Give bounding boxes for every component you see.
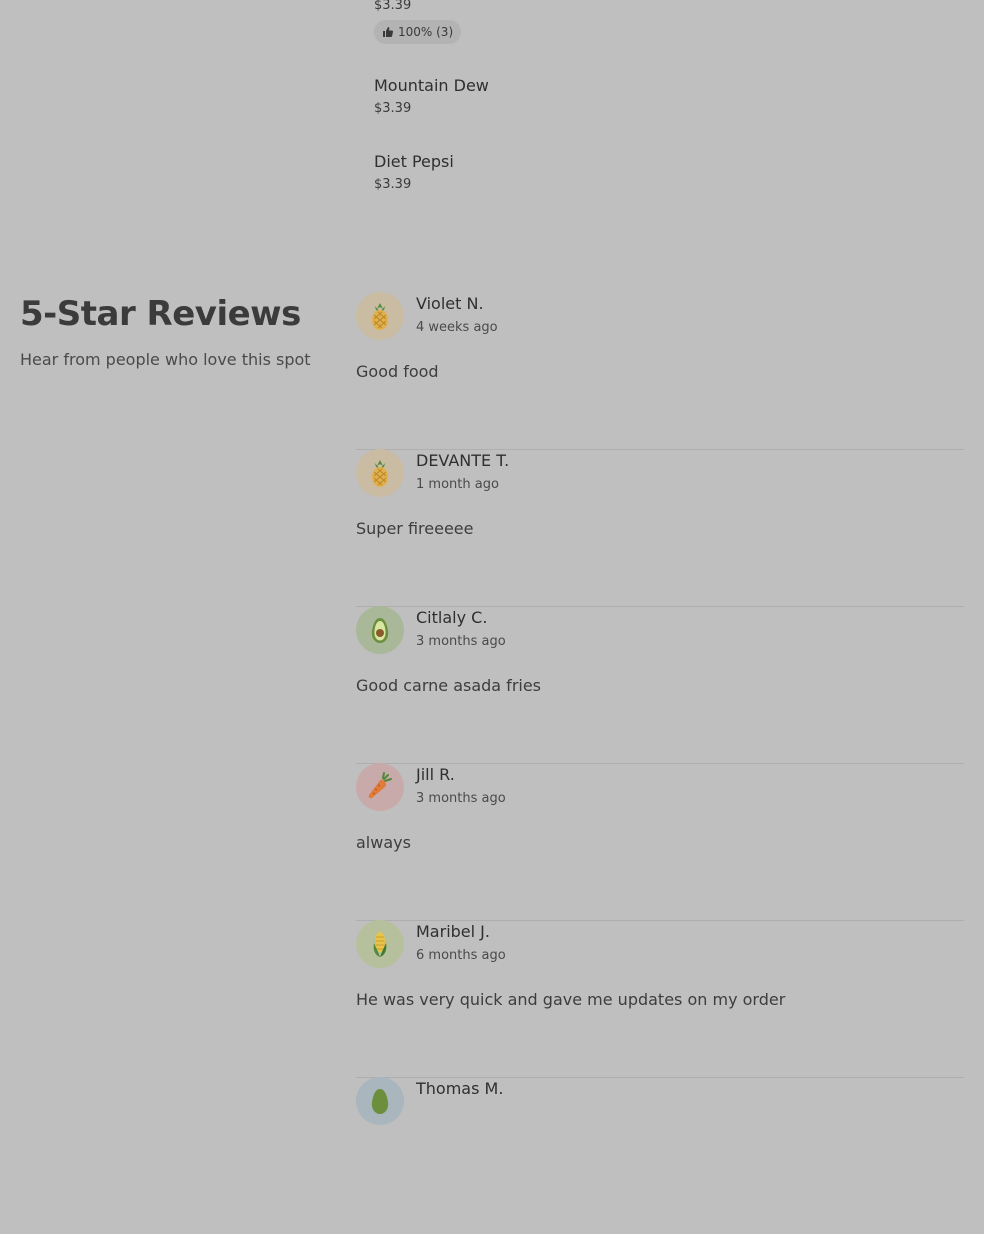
review-card: DEVANTE T. 1 month ago Super fireeeee: [356, 449, 964, 607]
menu-item-diet-pepsi[interactable]: Diet Pepsi $3.39: [374, 152, 454, 192]
pineapple-icon: [372, 460, 388, 487]
reviewer-name: DEVANTE T.: [416, 451, 510, 470]
review-text: Super fireeeee: [356, 519, 474, 538]
pineapple-icon: [372, 303, 388, 330]
section-title: 5-Star Reviews: [20, 294, 301, 334]
corn-icon: [373, 932, 387, 957]
reviewer-name: Maribel J.: [416, 922, 490, 941]
section-subtitle: Hear from people who love this spot: [20, 350, 311, 369]
item-price: $3.39: [374, 0, 412, 13]
avatar: [356, 763, 404, 811]
rating-text: 100% (3): [398, 25, 454, 39]
reviewer-name: Jill R.: [416, 765, 455, 784]
review-card: Jill R. 3 months ago always: [356, 763, 964, 921]
review-card: Maribel J. 6 months ago He was very quic…: [356, 920, 964, 1078]
menu-item[interactable]: $3.39: [374, 0, 411, 13]
avatar: [356, 1077, 404, 1125]
rating-badge: 100% (3): [374, 20, 462, 44]
review-text: Good carne asada fries: [356, 676, 542, 695]
review-text: Good food: [356, 362, 439, 381]
menu-item-mountain-dew[interactable]: Mountain Dew $3.39: [374, 76, 489, 116]
item-name: Diet Pepsi: [374, 152, 454, 171]
review-text: always: [356, 833, 411, 852]
avatar: [356, 449, 404, 497]
review-date: 1 month ago: [416, 477, 499, 492]
avocado-icon: [371, 618, 389, 643]
item-name: Mountain Dew: [374, 76, 489, 95]
avatar: [356, 920, 404, 968]
review-date: 6 months ago: [416, 948, 506, 963]
review-card: Violet N. 4 weeks ago Good food: [356, 292, 964, 450]
reviewer-name: Violet N.: [416, 294, 484, 313]
carrot-icon: [368, 772, 392, 799]
review-card: Citlaly C. 3 months ago Good carne asada…: [356, 606, 964, 764]
review-text: He was very quick and gave me updates on…: [356, 990, 786, 1009]
review-card: Thomas M.: [356, 1077, 964, 1234]
review-date: 3 months ago: [416, 634, 506, 649]
avatar: [356, 606, 404, 654]
item-price: $3.39: [374, 101, 412, 116]
thumbs-up-icon: [383, 27, 394, 37]
reviewer-name: Thomas M.: [416, 1079, 504, 1098]
item-price: $3.39: [374, 177, 412, 192]
avatar: [356, 292, 404, 340]
reviewer-name: Citlaly C.: [416, 608, 488, 627]
review-date: 3 months ago: [416, 791, 506, 806]
review-date: 4 weeks ago: [416, 320, 498, 335]
